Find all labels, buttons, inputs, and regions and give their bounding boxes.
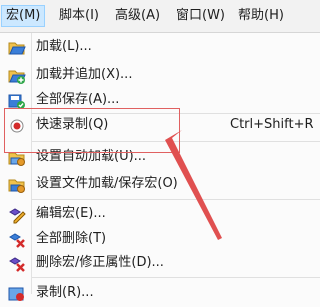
annotation-arrow [165, 130, 222, 240]
